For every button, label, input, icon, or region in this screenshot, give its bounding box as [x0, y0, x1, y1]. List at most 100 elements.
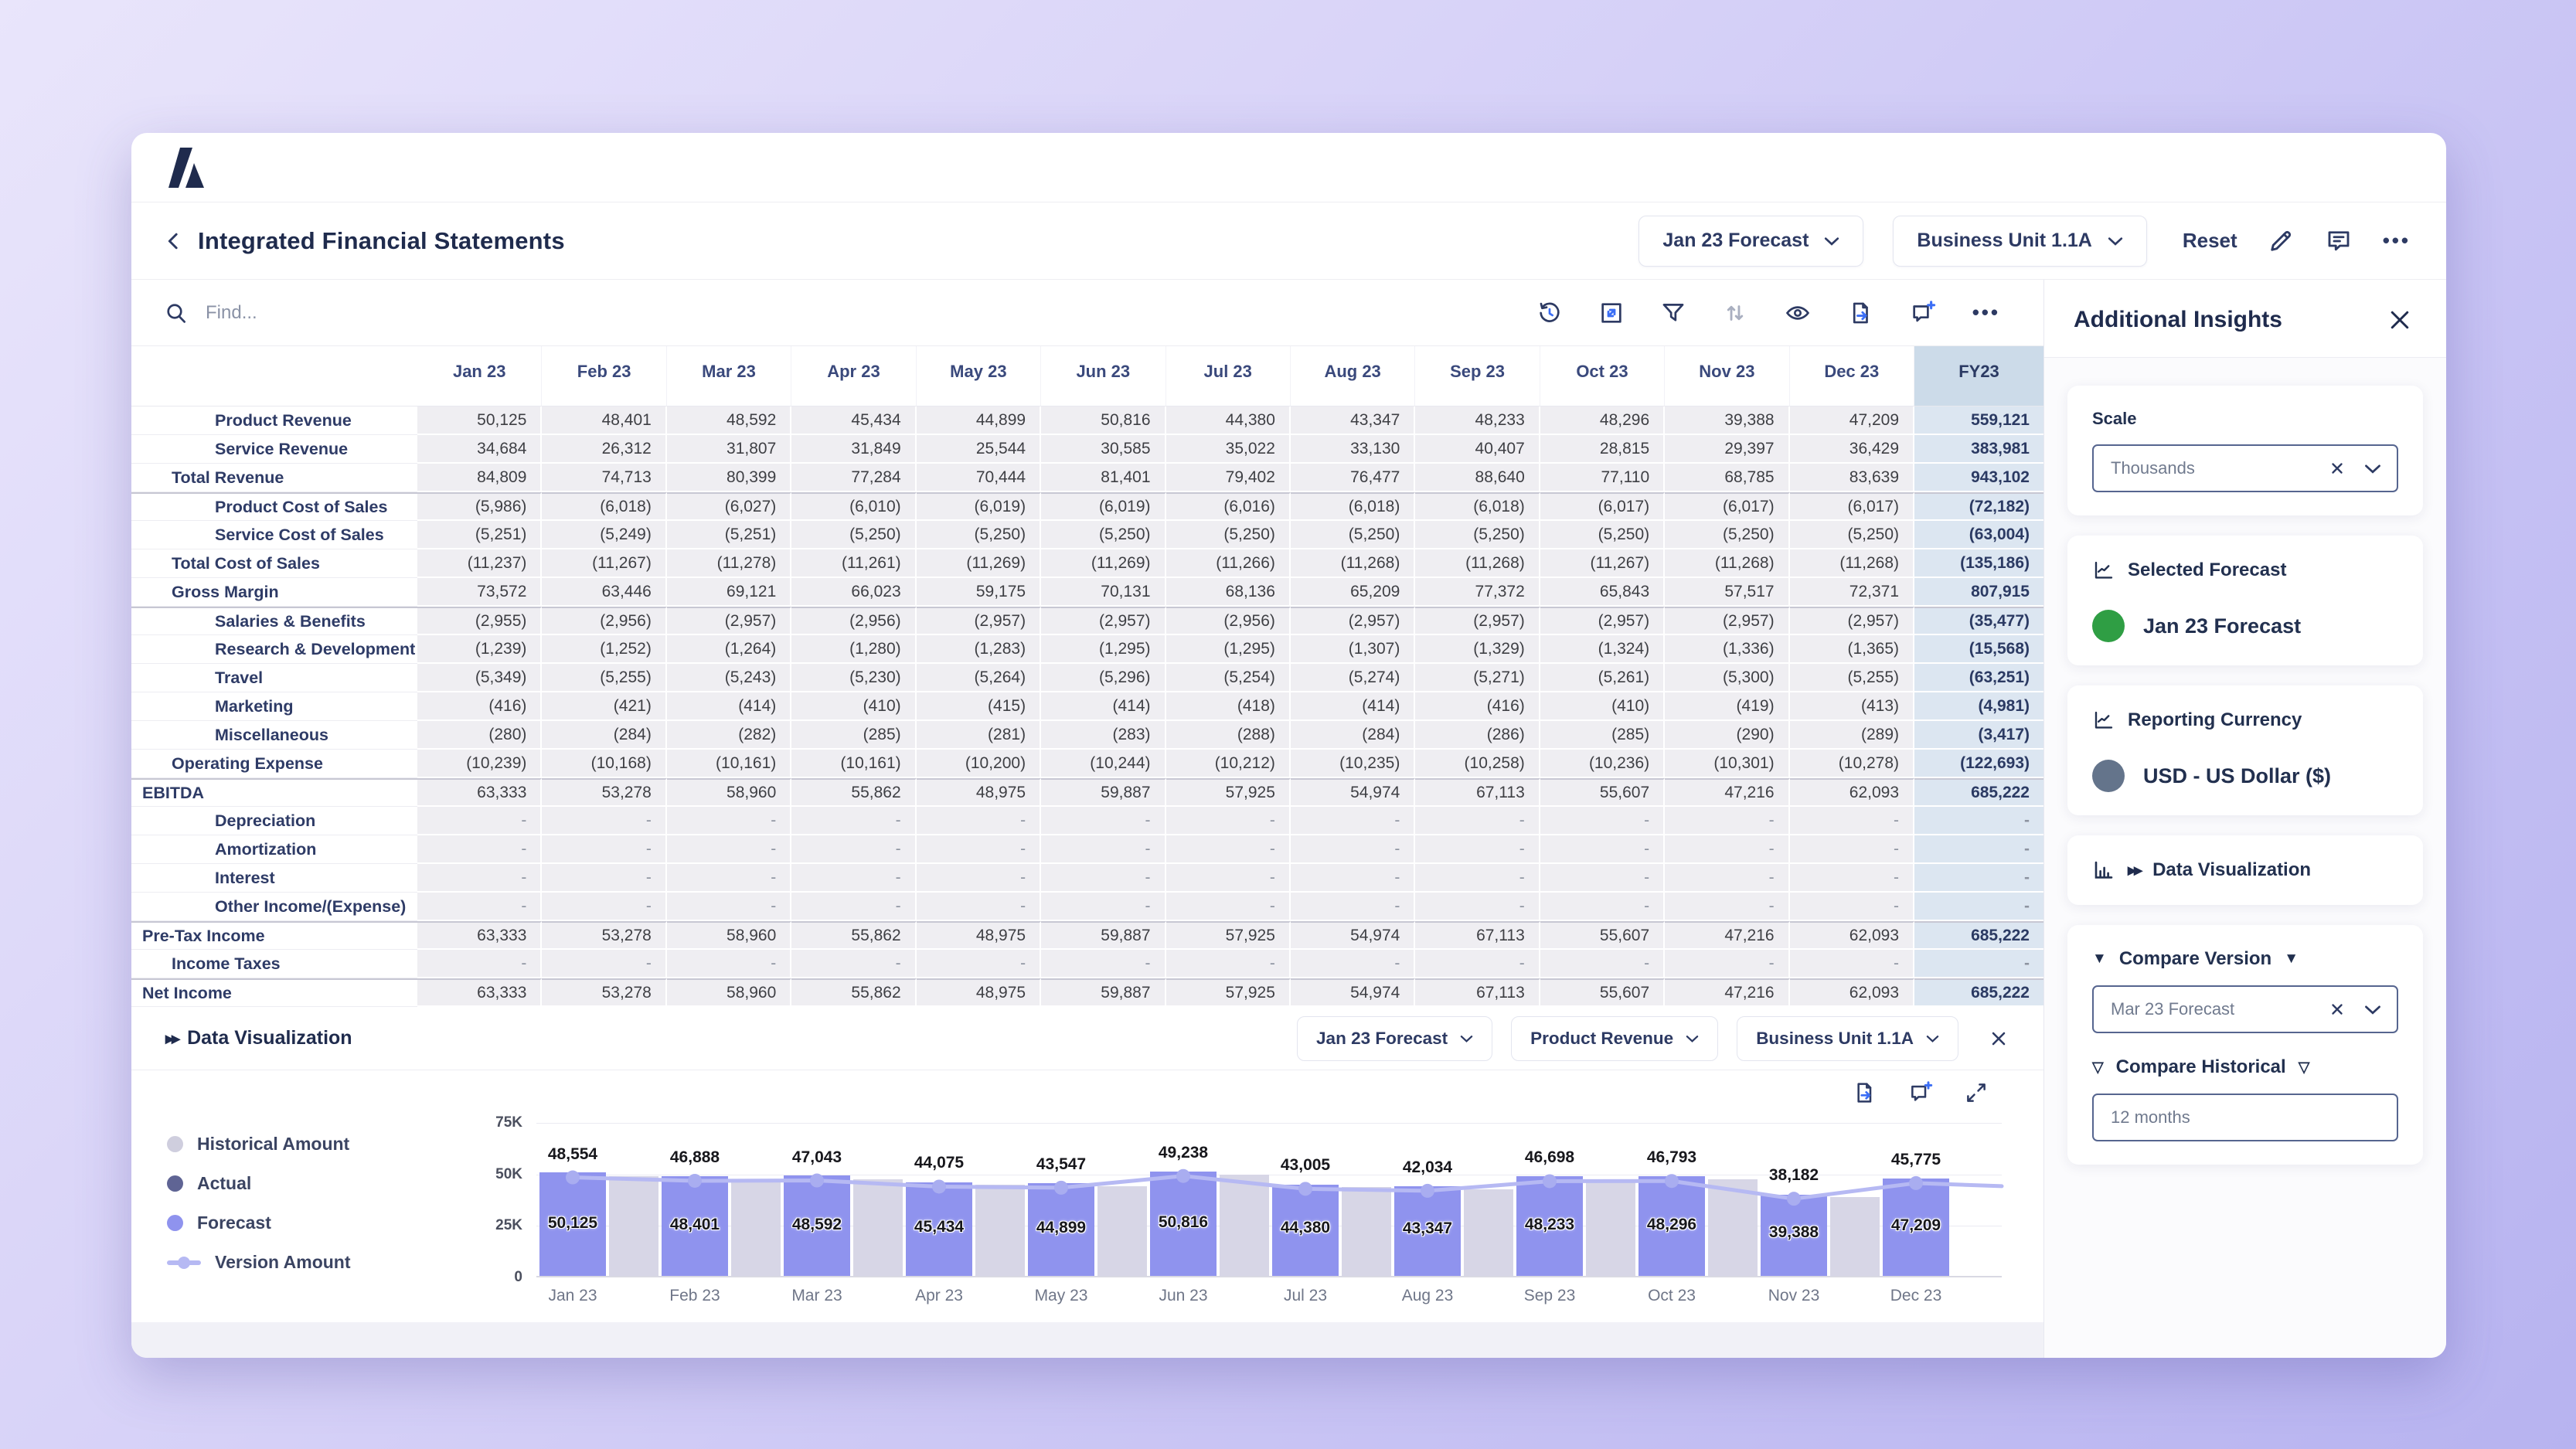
column-header[interactable]: Feb 23 — [542, 346, 666, 406]
table-cell[interactable]: 59,887 — [1041, 978, 1165, 1007]
table-cell-fy23[interactable]: 559,121 — [1914, 406, 2043, 435]
table-cell[interactable]: 55,862 — [791, 921, 916, 950]
table-cell[interactable]: - — [417, 807, 542, 835]
table-cell[interactable]: 44,899 — [917, 406, 1041, 435]
table-cell[interactable]: (6,018) — [542, 492, 666, 521]
column-header[interactable]: Sep 23 — [1415, 346, 1540, 406]
table-cell[interactable]: (2,956) — [791, 607, 916, 635]
viz-lineitem-dropdown[interactable]: Product Revenue — [1511, 1016, 1718, 1061]
table-cell[interactable]: 63,446 — [542, 578, 666, 607]
table-cell[interactable]: - — [1041, 835, 1165, 864]
table-cell[interactable]: - — [542, 864, 666, 893]
table-cell[interactable]: (2,957) — [1790, 607, 1914, 635]
table-cell-fy23[interactable]: 685,222 — [1914, 778, 2043, 807]
table-cell[interactable]: (1,264) — [667, 635, 791, 664]
table-cell[interactable]: (414) — [1041, 692, 1165, 721]
table-cell[interactable]: (1,239) — [417, 635, 542, 664]
table-cell[interactable]: 57,517 — [1665, 578, 1789, 607]
table-cell[interactable]: 31,849 — [791, 435, 916, 464]
table-cell[interactable]: 48,975 — [917, 778, 1041, 807]
sort-icon[interactable] — [1722, 300, 1748, 326]
table-cell[interactable]: (2,957) — [667, 607, 791, 635]
table-cell[interactable]: (5,250) — [1790, 521, 1914, 549]
filter-icon[interactable] — [1660, 300, 1686, 326]
table-cell[interactable]: 63,333 — [417, 978, 542, 1007]
table-cell[interactable]: (6,017) — [1665, 492, 1789, 521]
table-cell[interactable]: 79,402 — [1166, 464, 1291, 492]
table-cell[interactable]: 54,974 — [1291, 921, 1415, 950]
table-cell[interactable]: 67,113 — [1415, 921, 1540, 950]
table-cell[interactable]: (280) — [417, 721, 542, 750]
table-cell[interactable]: 69,121 — [667, 578, 791, 607]
table-cell[interactable]: (10,168) — [542, 750, 666, 778]
table-cell[interactable]: (289) — [1790, 721, 1914, 750]
table-cell[interactable]: 59,887 — [1041, 778, 1165, 807]
table-cell-fy23[interactable]: (4,981) — [1914, 692, 2043, 721]
table-cell[interactable]: 67,113 — [1415, 978, 1540, 1007]
table-cell[interactable]: - — [1790, 835, 1914, 864]
table-cell[interactable]: (5,250) — [1291, 521, 1415, 549]
table-cell[interactable]: (5,274) — [1291, 664, 1415, 692]
column-header[interactable]: Aug 23 — [1291, 346, 1415, 406]
table-cell[interactable]: (1,324) — [1540, 635, 1665, 664]
table-cell[interactable]: 39,388 — [1665, 406, 1789, 435]
table-cell[interactable]: (10,244) — [1041, 750, 1165, 778]
table-cell[interactable]: - — [917, 807, 1041, 835]
table-cell[interactable]: - — [1540, 807, 1665, 835]
table-cell[interactable]: (2,956) — [1166, 607, 1291, 635]
table-cell[interactable]: 36,429 — [1790, 435, 1914, 464]
table-cell[interactable]: - — [917, 893, 1041, 921]
expand-chart-icon[interactable] — [1965, 1081, 1988, 1104]
table-cell[interactable]: 48,975 — [917, 978, 1041, 1007]
table-cell[interactable]: - — [791, 893, 916, 921]
table-cell[interactable]: - — [1540, 950, 1665, 978]
table-cell[interactable]: (285) — [791, 721, 916, 750]
table-cell[interactable]: - — [1790, 893, 1914, 921]
table-cell[interactable]: 29,397 — [1665, 435, 1789, 464]
table-cell-fy23[interactable]: (35,477) — [1914, 607, 2043, 635]
table-cell[interactable]: - — [542, 950, 666, 978]
table-cell[interactable]: 62,093 — [1790, 778, 1914, 807]
table-cell[interactable]: (10,200) — [917, 750, 1041, 778]
table-cell[interactable]: (1,329) — [1415, 635, 1540, 664]
table-cell[interactable]: (10,301) — [1665, 750, 1789, 778]
table-cell[interactable]: 48,296 — [1540, 406, 1665, 435]
table-cell[interactable]: - — [667, 864, 791, 893]
add-comment-icon[interactable] — [1909, 300, 1937, 326]
column-header[interactable]: Nov 23 — [1665, 346, 1789, 406]
table-cell[interactable]: 77,284 — [791, 464, 916, 492]
table-cell[interactable]: - — [1041, 807, 1165, 835]
clear-selection-icon[interactable] — [2329, 460, 2346, 477]
column-header[interactable]: Mar 23 — [667, 346, 791, 406]
table-cell[interactable]: 63,333 — [417, 921, 542, 950]
table-cell[interactable]: - — [1166, 864, 1291, 893]
table-cell[interactable]: (10,278) — [1790, 750, 1914, 778]
table-cell[interactable]: (11,278) — [667, 549, 791, 578]
table-cell[interactable]: 55,862 — [791, 978, 916, 1007]
table-cell[interactable]: 47,216 — [1665, 778, 1789, 807]
table-cell[interactable]: (1,283) — [917, 635, 1041, 664]
table-cell[interactable]: - — [1166, 950, 1291, 978]
table-cell[interactable]: (5,251) — [667, 521, 791, 549]
table-cell[interactable]: - — [1665, 807, 1789, 835]
column-header[interactable]: May 23 — [917, 346, 1041, 406]
table-cell[interactable]: (2,957) — [1665, 607, 1789, 635]
table-cell[interactable]: (11,268) — [1415, 549, 1540, 578]
table-cell[interactable]: (421) — [542, 692, 666, 721]
table-cell[interactable]: (5,271) — [1415, 664, 1540, 692]
table-cell[interactable]: - — [1291, 807, 1415, 835]
table-cell[interactable]: (6,016) — [1166, 492, 1291, 521]
table-cell[interactable]: (414) — [1291, 692, 1415, 721]
table-cell[interactable]: (410) — [791, 692, 916, 721]
table-cell-fy23[interactable]: (15,568) — [1914, 635, 2043, 664]
chart-export-icon[interactable] — [1852, 1080, 1877, 1105]
show-hide-eye-icon[interactable] — [1784, 300, 1812, 326]
table-cell[interactable]: - — [417, 893, 542, 921]
viz-unit-dropdown[interactable]: Business Unit 1.1A — [1737, 1016, 1958, 1061]
table-cell-fy23[interactable]: 943,102 — [1914, 464, 2043, 492]
table-cell[interactable]: 81,401 — [1041, 464, 1165, 492]
table-cell[interactable]: (419) — [1665, 692, 1789, 721]
table-cell[interactable]: - — [1041, 893, 1165, 921]
scale-select[interactable]: Thousands — [2092, 444, 2398, 492]
table-cell[interactable]: 58,960 — [667, 778, 791, 807]
